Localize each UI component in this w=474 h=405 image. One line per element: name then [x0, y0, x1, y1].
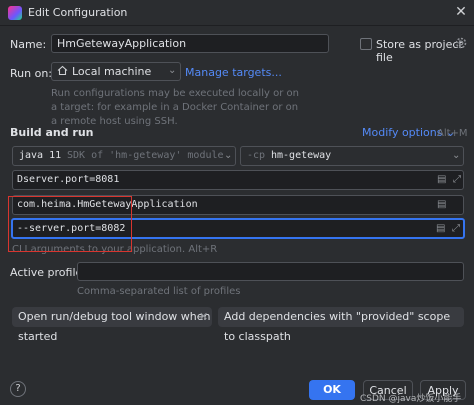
chevron-down-icon: ⌄	[224, 150, 233, 161]
run-on-hint: Run configurations may be executed local…	[51, 88, 299, 127]
expand-icon[interactable]: ⤢	[452, 223, 460, 234]
chip-label: Open run/debug tool window when started	[18, 310, 211, 343]
highlight-annotation-box	[8, 196, 132, 252]
gear-icon[interactable]	[454, 36, 468, 50]
close-icon[interactable]: ✕	[452, 3, 470, 21]
document-icon[interactable]: ▤	[437, 174, 446, 185]
window-title: Edit Configuration	[28, 6, 128, 19]
run-on-select[interactable]: Local machine ⌄	[51, 62, 181, 81]
chip-label: Add dependencies with "provided" scope t…	[224, 310, 451, 343]
classpath-value: hm-geteway	[271, 150, 332, 161]
help-button[interactable]: ?	[10, 381, 26, 397]
document-icon[interactable]: ▤	[436, 223, 445, 234]
home-icon	[57, 65, 68, 79]
expand-icon[interactable]: ⤢	[453, 174, 461, 185]
close-icon[interactable]: ✕	[199, 307, 208, 327]
document-icon[interactable]: ▤	[437, 199, 446, 210]
active-profiles-hint: Comma-separated list of profiles	[77, 286, 241, 297]
classpath-prefix: -cp	[247, 150, 266, 161]
jdk-description: SDK of 'hm-geteway' module	[67, 150, 224, 161]
intellij-app-icon	[8, 6, 22, 20]
name-label: Name:	[10, 38, 47, 51]
ok-button[interactable]: OK	[309, 380, 355, 400]
modify-options-label: Modify options	[362, 126, 443, 139]
manage-targets-link[interactable]: Manage targets...	[185, 66, 282, 79]
run-on-label: Run on:	[10, 67, 52, 80]
classpath-select[interactable]: -cp hm-geteway ⌄	[240, 146, 464, 166]
store-as-project-checkbox[interactable]	[360, 38, 372, 50]
modify-options-shortcut: Alt+M	[437, 128, 468, 139]
vm-options-input[interactable]: Dserver.port=8081 ▤ ⤢	[12, 170, 464, 190]
run-on-value: Local machine	[72, 65, 152, 78]
build-and-run-heading: Build and run	[10, 126, 94, 139]
chip-open-tool-window[interactable]: Open run/debug tool window when started …	[12, 307, 212, 343]
active-profiles-input[interactable]	[77, 262, 464, 281]
chevron-down-icon: ⌄	[452, 150, 461, 161]
vm-options-value: Dserver.port=8081	[17, 174, 120, 185]
watermark-text: CSDN @java炒饭小能手	[360, 394, 462, 404]
name-input[interactable]: HmGetewayApplication	[51, 34, 329, 53]
chevron-down-icon: ⌄	[168, 65, 177, 76]
jdk-version: java 11	[19, 150, 62, 161]
jdk-select[interactable]: java 11 SDK of 'hm-geteway' module ⌄	[12, 146, 236, 166]
chip-provided-scope[interactable]: Add dependencies with "provided" scope t…	[218, 307, 464, 343]
